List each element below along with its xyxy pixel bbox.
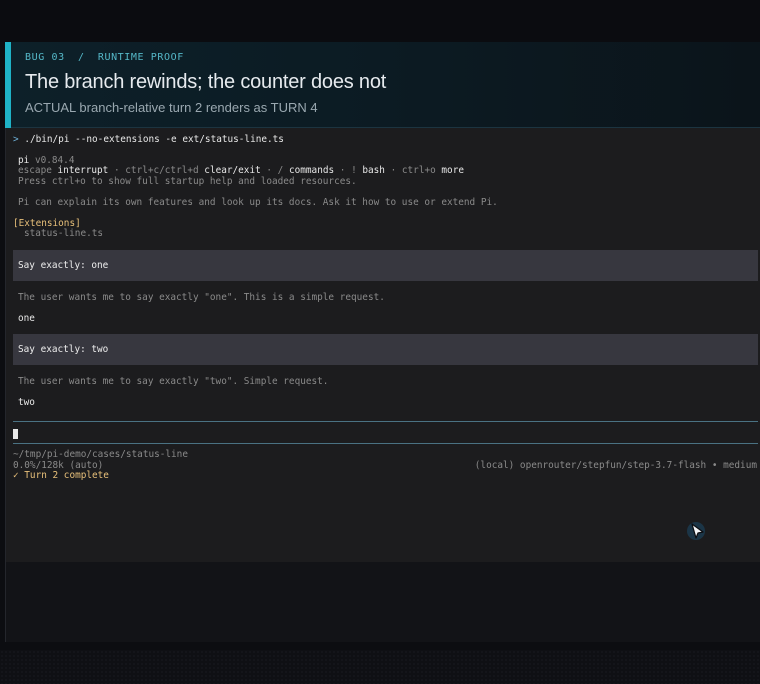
footer-model: (local) openrouter/stepfun/step-3.7-flas… xyxy=(474,460,757,471)
command-caret: > xyxy=(13,134,19,145)
help-line: escape interrupt · ctrl+c/ctrl+d clear/e… xyxy=(18,165,464,176)
command-line: > ./bin/pi --no-extensions -e ext/status… xyxy=(13,134,284,145)
user-message-text: Say exactly: two xyxy=(18,344,109,355)
page-title: The branch rewinds; the counter does not xyxy=(25,71,387,93)
empty-panel-area xyxy=(6,562,760,642)
footer-status: ✓ Turn 2 complete xyxy=(13,470,109,481)
intro-text: Pi can explain its own features and look… xyxy=(18,197,498,208)
footer-cwd: ~/tmp/pi-demo/cases/status-line xyxy=(13,449,188,460)
command-text: ./bin/pi --no-extensions -e ext/status-l… xyxy=(24,134,284,145)
extension-item: status-line.ts xyxy=(24,228,104,239)
header-accent-bar xyxy=(5,42,11,128)
slide-header: BUG 03 / RUNTIME PROOF The branch rewind… xyxy=(5,42,760,128)
user-message-1: Say exactly: one xyxy=(13,250,758,281)
startup-hint: Press ctrl+o to show full startup help a… xyxy=(18,176,357,187)
top-strip xyxy=(0,0,760,42)
input-cursor[interactable] xyxy=(13,429,18,439)
input-divider-top xyxy=(13,421,758,422)
thinking-text-1: The user wants me to say exactly "one". … xyxy=(18,292,385,303)
bottom-dither-strip xyxy=(0,650,760,684)
mouse-pointer-icon xyxy=(686,520,708,542)
assistant-reply-2: two xyxy=(18,397,35,408)
terminal[interactable]: > ./bin/pi --no-extensions -e ext/status… xyxy=(6,128,760,562)
user-message-2: Say exactly: two xyxy=(13,334,758,365)
user-message-text: Say exactly: one xyxy=(18,260,109,271)
header-kicker: BUG 03 / RUNTIME PROOF xyxy=(25,52,184,63)
page-subtitle: ACTUAL branch-relative turn 2 renders as… xyxy=(25,100,318,115)
assistant-reply-1: one xyxy=(18,313,35,324)
thinking-text-2: The user wants me to say exactly "two". … xyxy=(18,376,329,387)
input-divider-bottom xyxy=(13,443,758,444)
